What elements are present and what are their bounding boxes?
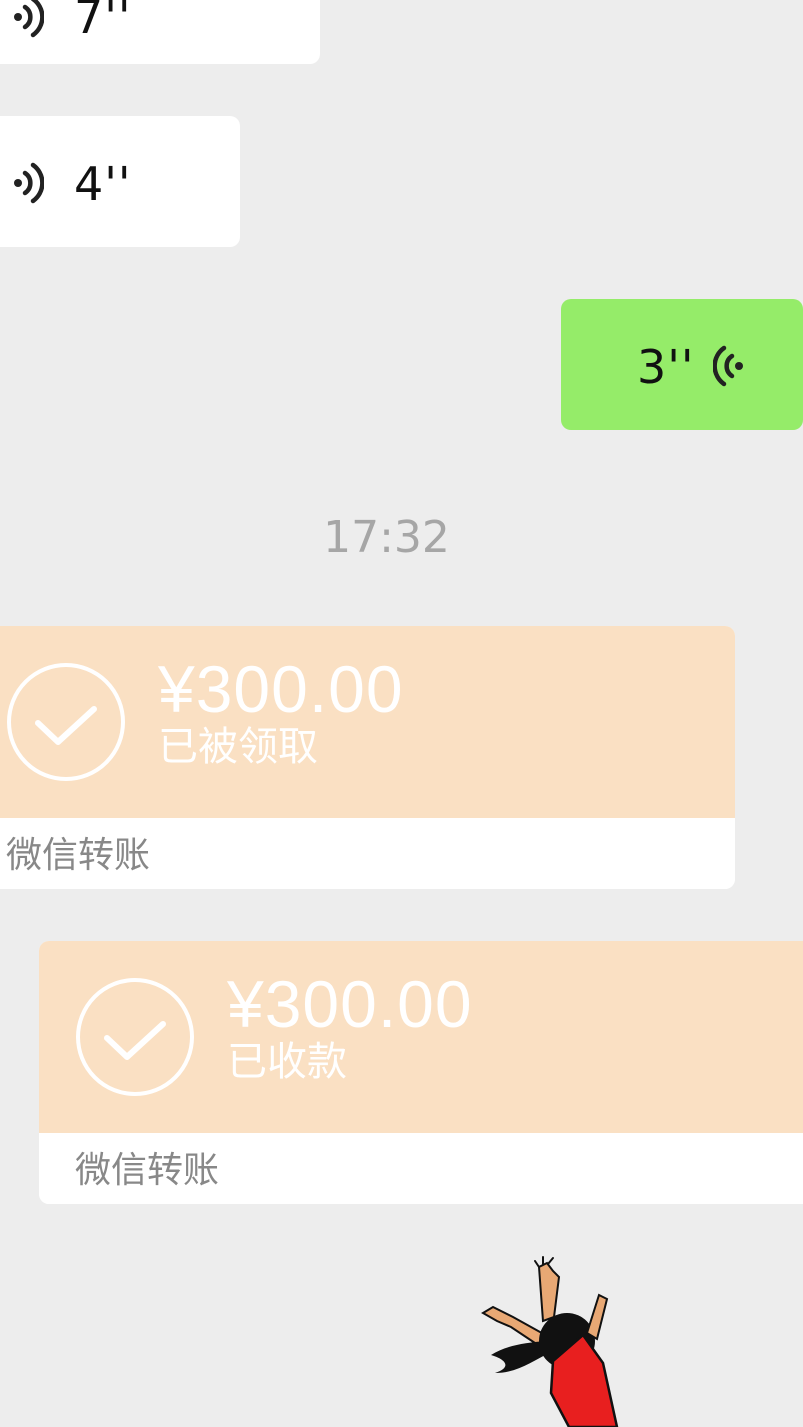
voice-duration: 3''	[637, 340, 695, 394]
message-timestamp: 17:32	[323, 512, 450, 563]
transfer-card-footer: 微信转账	[0, 818, 735, 889]
transfer-card-footer: 微信转账	[39, 1133, 803, 1204]
voice-message-bubble[interactable]: 4''	[0, 116, 240, 247]
transfer-amount: ¥300.00	[227, 967, 473, 1041]
cartoon-girl-sticker[interactable]	[455, 1255, 655, 1427]
voice-wave-icon	[14, 162, 44, 204]
transfer-status: 已收款	[227, 1039, 347, 1085]
transfer-source-label: 微信转账	[75, 1150, 220, 1191]
transfer-status: 已被领取	[158, 724, 318, 770]
voice-message-bubble[interactable]: 3''	[561, 299, 803, 430]
voice-message-bubble[interactable]: 7''	[0, 0, 320, 64]
voice-duration: 7''	[74, 0, 132, 44]
check-circle-icon	[7, 663, 125, 781]
voice-wave-icon	[14, 0, 44, 38]
check-circle-icon	[76, 978, 194, 1096]
transfer-card[interactable]: ¥300.00 已被领取 微信转账	[0, 626, 735, 889]
transfer-amount: ¥300.00	[158, 652, 404, 726]
transfer-card[interactable]: ¥300.00 已收款 微信转账	[39, 941, 803, 1204]
transfer-source-label: 微信转账	[6, 835, 151, 876]
voice-duration: 4''	[74, 157, 132, 211]
voice-wave-icon	[713, 345, 743, 387]
